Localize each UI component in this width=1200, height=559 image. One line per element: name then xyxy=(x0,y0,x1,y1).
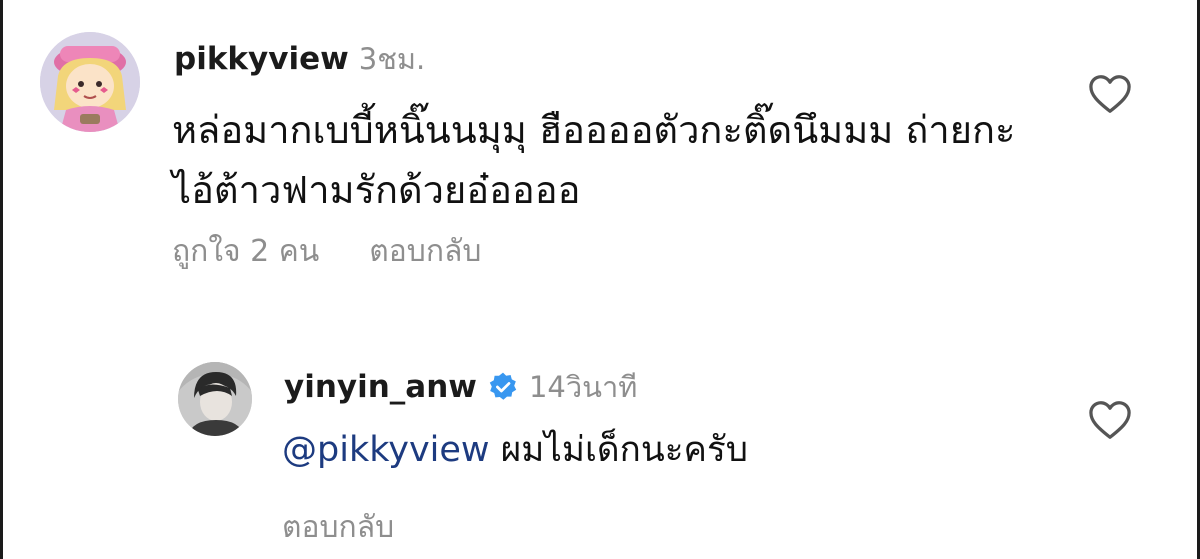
avatar[interactable] xyxy=(178,362,252,436)
comment-actions: ถูกใจ 2 คน ตอบกลับ xyxy=(172,228,481,275)
like-button[interactable] xyxy=(1088,400,1132,440)
comment-time: 3ชม. xyxy=(358,42,426,76)
likes-count[interactable]: ถูกใจ 2 คน xyxy=(172,234,319,269)
heart-outline-icon xyxy=(1089,75,1131,113)
comment-username[interactable]: pikkyview xyxy=(174,41,349,77)
avatar[interactable] xyxy=(40,32,140,132)
verified-badge-icon xyxy=(487,371,519,403)
cartoon-girl-avatar xyxy=(40,32,140,132)
reply-button[interactable]: ตอบกลับ xyxy=(369,234,481,269)
comment-text: @pikkyview ผมไม่เด็กนะครับ xyxy=(282,424,748,476)
comment-header: yinyin_anw 14วินาที xyxy=(284,364,637,410)
comment-text: หล่อมากเบบี้หนิ๊นนมุมุ ฮืออออตัวกะติ๊ดนึ… xyxy=(172,108,1016,212)
window-border-left xyxy=(0,0,3,559)
like-button[interactable] xyxy=(1088,74,1132,114)
comment-text-body: ผมไม่เด็กนะครับ xyxy=(500,430,748,470)
reply-button[interactable]: ตอบกลับ xyxy=(282,504,394,551)
comment-time: 14วินาที xyxy=(528,370,638,404)
comment-username[interactable]: yinyin_anw xyxy=(284,369,477,405)
mention-link[interactable]: @pikkyview xyxy=(282,430,490,470)
profile-photo-avatar xyxy=(178,362,252,436)
comment-header: pikkyview 3ชม. xyxy=(174,36,425,82)
heart-outline-icon xyxy=(1089,401,1131,439)
